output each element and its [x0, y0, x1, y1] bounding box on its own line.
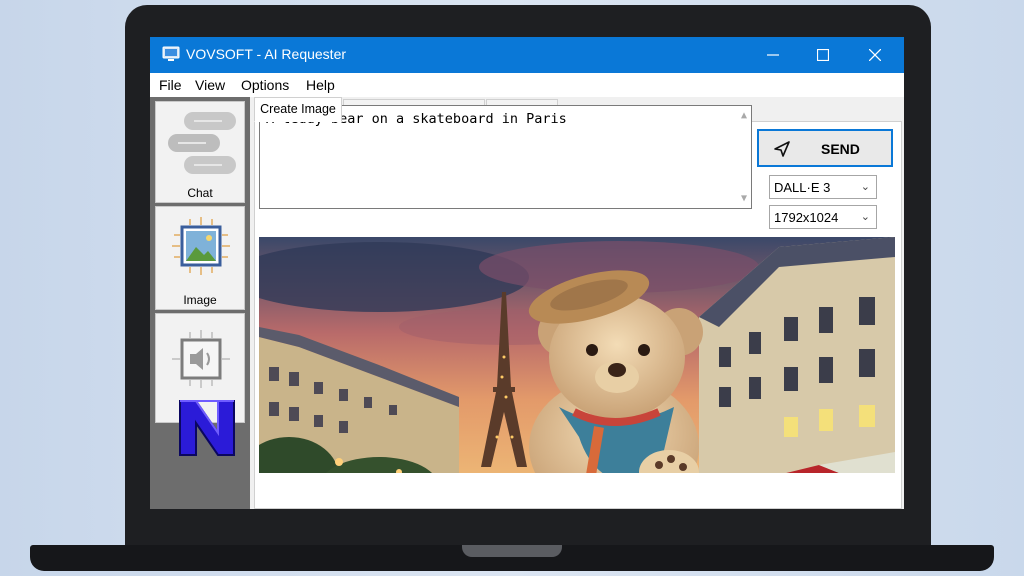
image-icon	[172, 217, 230, 275]
send-button[interactable]: SEND	[757, 129, 893, 167]
laptop-notch	[462, 545, 562, 557]
size-select[interactable]: 1792x1024 ⌄	[769, 205, 877, 229]
model-select[interactable]: DALL·E 3 ⌄	[769, 175, 877, 199]
menu-file[interactable]: File	[159, 77, 182, 93]
maximize-icon	[817, 49, 829, 61]
n-logo	[179, 400, 235, 456]
window-title: VOVSOFT - AI Requester	[186, 46, 347, 62]
app-icon	[162, 46, 180, 61]
tab-create-image[interactable]: Create Image	[254, 97, 342, 122]
chat-bubbles-icon	[168, 112, 236, 174]
scroll-up-arrow-icon[interactable]: ▲	[741, 110, 747, 121]
menu-help[interactable]: Help	[306, 77, 335, 93]
chevron-down-icon: ⌄	[860, 211, 870, 223]
minimize-button[interactable]	[750, 37, 796, 73]
title-bar: VOVSOFT - AI Requester	[150, 37, 904, 73]
sidebar-item-label: Chat	[187, 186, 213, 200]
minimize-icon	[767, 54, 779, 56]
maximize-button[interactable]	[800, 37, 846, 73]
sidebar-item-image[interactable]: Image	[155, 206, 245, 310]
model-select-value: DALL·E 3	[774, 180, 831, 195]
speaker-icon	[172, 330, 230, 388]
send-label: SEND	[821, 141, 860, 157]
app-window: VOVSOFT - AI Requester File View Options…	[150, 37, 904, 509]
menu-options[interactable]: Options	[241, 77, 289, 93]
chevron-down-icon: ⌄	[860, 181, 870, 193]
scroll-down-arrow-icon[interactable]: ▼	[741, 193, 747, 204]
menu-view[interactable]: View	[195, 77, 225, 93]
menu-bar: File View Options Help	[150, 73, 904, 97]
size-select-value: 1792x1024	[774, 210, 839, 225]
generated-image-illustration	[259, 237, 895, 473]
send-arrow-icon	[774, 141, 790, 157]
sidebar-item-chat[interactable]: Chat	[155, 101, 245, 203]
sidebar-item-label: Image	[183, 293, 217, 307]
teddy-bear-paris-image	[259, 237, 895, 473]
close-icon	[869, 49, 881, 61]
close-button[interactable]	[852, 37, 898, 73]
